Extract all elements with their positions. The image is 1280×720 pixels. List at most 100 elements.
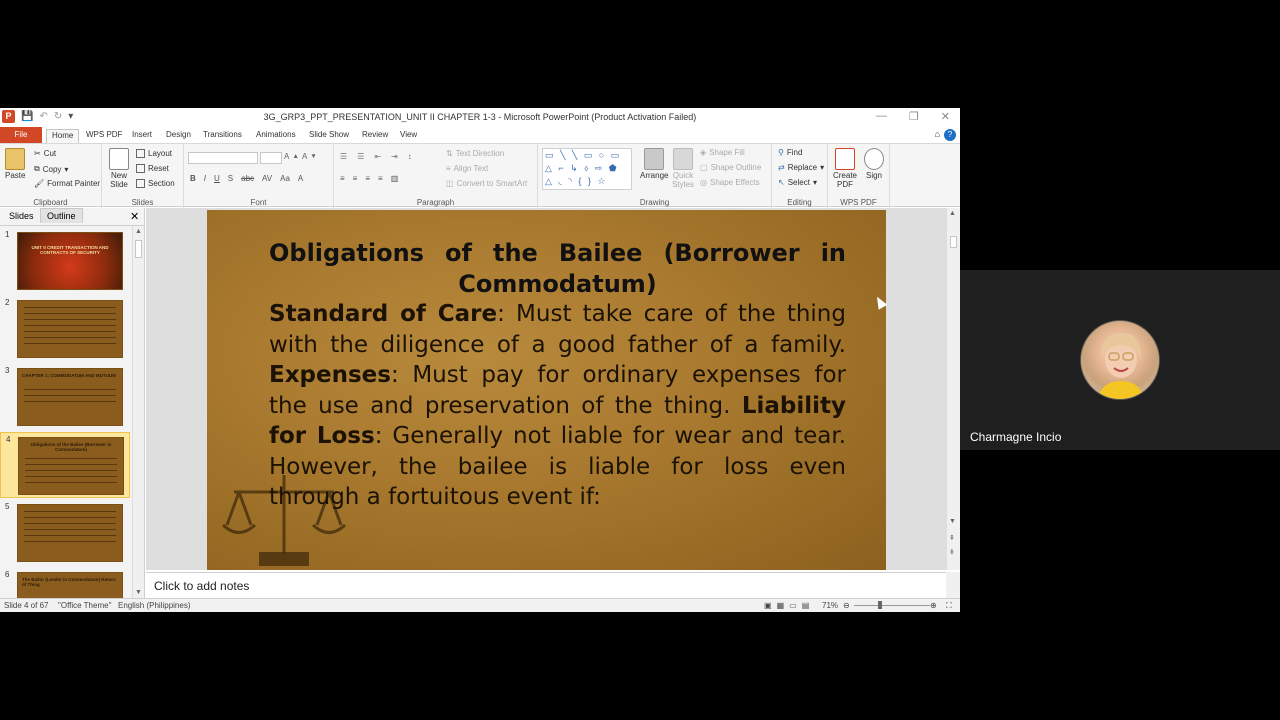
paste-button[interactable]: Paste (5, 148, 25, 180)
help-icon[interactable]: ? (944, 129, 956, 141)
align-right-icon[interactable]: ≡ (365, 174, 370, 183)
justify-icon[interactable]: ≡ (378, 174, 383, 183)
format-painter-button[interactable]: 🖌 Format Painter (34, 179, 100, 188)
slides-pane: Slides Outline ✕ 1 UNIT II CREDIT TRANSA… (0, 208, 145, 598)
tab-transitions[interactable]: Transitions (198, 129, 247, 143)
italic-button[interactable]: I (204, 174, 206, 183)
underline-button[interactable]: U (214, 174, 220, 183)
ribbon-collapse-icon[interactable]: ⌂ (935, 129, 940, 141)
theme-name: "Office Theme" (58, 601, 112, 610)
numbering-icon[interactable]: ☰ (357, 152, 364, 161)
zoom-level[interactable]: 71% (822, 601, 838, 610)
thumbnails-scrollbar[interactable]: ▲ ▼ (132, 226, 144, 598)
current-slide[interactable]: Obligations of the Bailee (Borrower in C… (207, 210, 886, 570)
columns-icon[interactable]: ▥ (391, 174, 399, 183)
zoom-out-icon[interactable]: ⊖ (843, 601, 850, 610)
tab-design[interactable]: Design (161, 129, 196, 143)
thumbnail-slide-6[interactable]: 6 The Bailor (Lender in Commodatum) Retu… (0, 568, 130, 598)
change-case-button[interactable]: Aa (280, 174, 290, 183)
align-left-icon[interactable]: ≡ (340, 174, 345, 183)
shape-fill-button[interactable]: ◈ Shape Fill (700, 148, 745, 157)
scroll-up-icon[interactable]: ▲ (135, 228, 142, 235)
next-slide-icon[interactable]: ⇟ (949, 548, 955, 556)
tab-insert[interactable]: Insert (127, 129, 157, 143)
slide-title[interactable]: Obligations of the Bailee (Borrower in C… (269, 238, 846, 300)
tab-slides[interactable]: Slides (9, 211, 34, 221)
clipboard-label: Clipboard (33, 198, 68, 207)
thumbnail-slide-5[interactable]: 5 (0, 500, 130, 566)
scroll-up-icon[interactable]: ▲ (949, 210, 956, 217)
shape-outline-button[interactable]: ▢ Shape Outline (700, 163, 761, 172)
font-size-combo[interactable] (260, 152, 282, 164)
copy-button[interactable]: ⧉ Copy ▾ (34, 164, 68, 174)
slide-body[interactable]: Standard of Care: Must take care of the … (269, 299, 846, 513)
thumbnail-slide-3[interactable]: 3 CHAPTER 1: COMMODATUM AND MUTUUM (0, 364, 130, 430)
tab-wps-pdf[interactable]: WPS PDF (81, 129, 127, 143)
shape-effects-button[interactable]: ◎ Shape Effects (700, 178, 760, 187)
font-color-button[interactable]: A (298, 174, 303, 183)
slide-scrollbar[interactable]: ▲ ▼ ⇞ ⇟ (946, 208, 960, 570)
align-text-button[interactable]: ≡ Align Text (446, 164, 488, 173)
minimize-icon[interactable]: — (876, 110, 887, 123)
quick-styles-button[interactable]: Quick Styles (670, 148, 696, 189)
close-pane-icon[interactable]: ✕ (130, 210, 139, 223)
font-size-buttons[interactable]: A ▲ A ▼ (284, 152, 317, 161)
strikethrough-button[interactable]: abc (241, 174, 254, 183)
tab-slide-show[interactable]: Slide Show (304, 129, 354, 143)
shadow-button[interactable]: S (228, 174, 233, 183)
previous-slide-icon[interactable]: ⇞ (949, 534, 955, 542)
font-group: A ▲ A ▼ B I U S abc AV Aa A Font (184, 144, 334, 208)
font-family-combo[interactable] (188, 152, 258, 164)
sign-button[interactable]: Sign (864, 148, 884, 180)
notes-pane[interactable]: Click to add notes (146, 572, 946, 598)
scroll-thumb[interactable] (135, 240, 142, 258)
close-icon[interactable]: ✕ (941, 110, 950, 123)
line-spacing-icon[interactable]: ↕ (408, 152, 412, 161)
language-indicator[interactable]: English (Philippines) (118, 601, 190, 610)
tab-home[interactable]: Home (46, 129, 80, 143)
bold-button[interactable]: B (190, 174, 196, 183)
thumbnail-slide-4[interactable]: 4 Obligations of the Bailee (Borrower in… (0, 432, 130, 498)
thumbnail-slide-2[interactable]: 2 (0, 296, 130, 362)
tab-file[interactable]: File (0, 127, 42, 143)
new-slide-button[interactable]: New Slide (106, 148, 132, 189)
section-button[interactable]: Section (136, 179, 175, 188)
arrange-button[interactable]: Arrange (640, 148, 668, 180)
zoom-slider-knob[interactable] (878, 601, 882, 609)
item-term: Expenses (269, 362, 391, 388)
outdent-icon[interactable]: ⇥ (391, 152, 398, 161)
find-button[interactable]: ⚲ Find (778, 148, 802, 157)
bullets-icon[interactable]: ☰ (340, 152, 347, 161)
convert-smartart-button[interactable]: ◫ Convert to SmartArt (446, 179, 527, 188)
slides-label: Slides (131, 198, 154, 207)
scroll-thumb[interactable] (950, 236, 957, 248)
reading-view-icon[interactable]: ▭ (789, 601, 802, 610)
notes-scrollbar[interactable] (946, 572, 960, 598)
tab-view[interactable]: View (395, 129, 422, 143)
restore-icon[interactable]: ❐ (909, 110, 919, 123)
fit-to-window-icon[interactable]: ⛶ (946, 601, 952, 611)
zoom-in-icon[interactable]: ⊕ (930, 601, 937, 610)
reset-button[interactable]: Reset (136, 164, 169, 173)
indent-icon[interactable]: ⇤ (374, 152, 381, 161)
shapes-gallery[interactable]: ▭ ╲ ╲ ▭ ○ ▭ △ ⌐ ↳ ⬨ ⇨ ⬟ △ ◟ ◝ { } ☆ (542, 148, 632, 190)
layout-button[interactable]: Layout (136, 149, 172, 158)
slide-sorter-icon[interactable]: ▦ (777, 601, 790, 610)
thumbnail-slide-1[interactable]: 1 UNIT II CREDIT TRANSACTION AND CONTRAC… (0, 228, 130, 294)
align-center-icon[interactable]: ≡ (353, 174, 358, 183)
normal-view-icon[interactable]: ▣ (764, 601, 777, 610)
zoom-slider[interactable] (854, 601, 930, 609)
participant-video-tile[interactable]: Charmagne Incio (960, 270, 1280, 450)
text-direction-button[interactable]: ⇅ Text Direction (446, 149, 504, 158)
slideshow-icon[interactable]: ▤ (802, 601, 815, 610)
tab-review[interactable]: Review (357, 129, 393, 143)
select-button[interactable]: ↖ Select ▾ (778, 178, 817, 187)
scroll-down-icon[interactable]: ▼ (135, 589, 142, 596)
create-pdf-button[interactable]: Create PDF (832, 148, 858, 189)
spacing-button[interactable]: AV (262, 174, 272, 183)
tab-outline[interactable]: Outline (40, 208, 83, 223)
cut-button[interactable]: ✂ Cut (34, 149, 56, 158)
tab-animations[interactable]: Animations (251, 129, 301, 143)
scroll-down-icon[interactable]: ▼ (949, 518, 956, 525)
replace-button[interactable]: ⇄ Replace ▾ (778, 163, 824, 172)
